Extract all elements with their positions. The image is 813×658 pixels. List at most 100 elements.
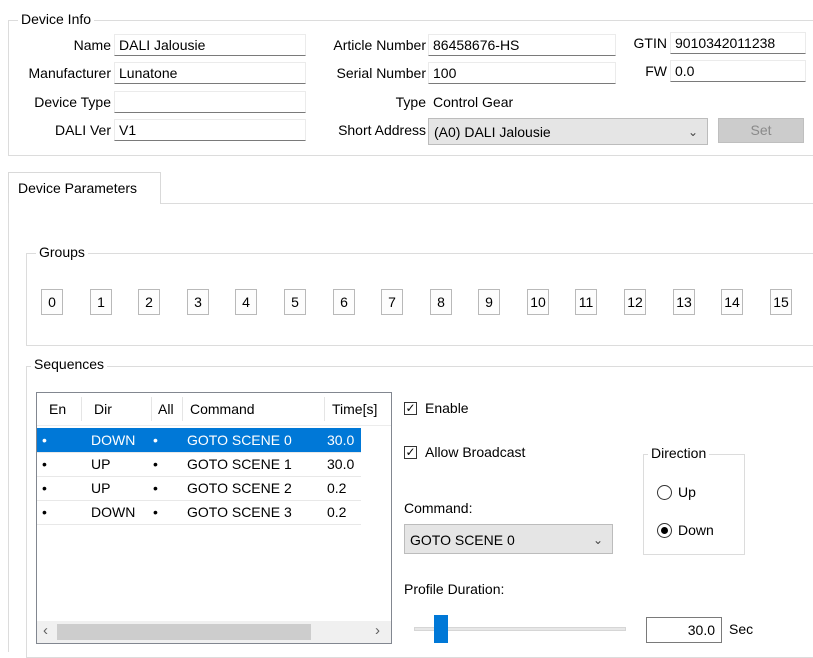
group-button-11[interactable]: 11 [575,289,597,315]
allow-broadcast-checkbox[interactable]: ✓ Allow Broadcast [404,443,564,463]
article-number-label: Article Number [333,37,426,53]
group-button-7[interactable]: 7 [381,289,403,315]
fw-field[interactable]: 0.0 [670,60,806,82]
group-button-12[interactable]: 12 [624,289,646,315]
cell-command: GOTO SCENE 3 [187,504,292,520]
direction-up-label[interactable]: Up [678,484,696,500]
profile-duration-field[interactable]: 30.0 [646,617,722,643]
table-row[interactable]: • DOWN • GOTO SCENE 3 0.2 [37,500,361,524]
scrollbar-thumb[interactable] [57,624,311,640]
chevron-down-icon: ⌄ [687,125,698,139]
row-divider [37,500,361,501]
group-button-13[interactable]: 13 [673,289,695,315]
cell-command: GOTO SCENE 0 [187,432,292,448]
chevron-left-icon[interactable]: ‹ [43,622,48,639]
cell-all: • [153,432,158,448]
device-type-label: Device Type [34,94,111,110]
cell-dir: UP [91,480,111,496]
group-button-10[interactable]: 10 [527,289,549,315]
enable-checkbox[interactable]: ✓ Enable [404,399,494,419]
command-value: GOTO SCENE 0 [410,532,515,548]
fw-label: FW [645,63,667,79]
dali-ver-field[interactable]: V1 [114,119,306,141]
group-button-15[interactable]: 15 [770,289,792,315]
table-row[interactable]: • UP • GOTO SCENE 1 30.0 [37,452,361,476]
direction-down-radio[interactable]: Down [657,521,737,541]
slider-thumb[interactable] [434,615,448,643]
cell-command: GOTO SCENE 1 [187,456,292,472]
command-label: Command: [404,500,473,516]
cell-dir: UP [91,456,111,472]
serial-number-label: Serial Number [336,65,426,81]
table-row[interactable]: • UP • GOTO SCENE 2 0.2 [37,476,361,500]
radio-down-circle[interactable] [657,523,672,538]
direction-title: Direction [648,445,710,461]
profile-duration-slider[interactable] [414,615,626,643]
profile-duration-unit: Sec [729,621,754,637]
article-number-field[interactable]: 86458676-HS [428,34,616,56]
group-button-2[interactable]: 2 [138,289,160,315]
allow-broadcast-label[interactable]: Allow Broadcast [425,444,525,460]
short-address-label: Short Address [338,122,426,138]
group-button-9[interactable]: 9 [478,289,500,315]
cell-all: • [153,480,158,496]
direction-down-label[interactable]: Down [678,522,714,538]
name-field[interactable]: DALI Jalousie [114,34,306,56]
name-label: Name [73,37,111,53]
gtin-label: GTIN [633,35,667,51]
group-button-14[interactable]: 14 [721,289,743,315]
manufacturer-label: Manufacturer [28,65,111,81]
device-type-field[interactable] [114,91,306,113]
cell-all: • [153,504,158,520]
set-button[interactable]: Set [718,118,804,143]
column-header-time[interactable]: Time[s] [332,393,377,425]
radio-up-circle[interactable] [657,485,672,500]
cell-en: • [42,480,47,496]
group-button-0[interactable]: 0 [41,289,63,315]
sequence-list-header: En Dir All Command Time[s] [37,393,391,426]
allow-broadcast-check-box[interactable]: ✓ [404,446,417,459]
short-address-value: (A0) DALI Jalousie [434,124,551,140]
enable-check-box[interactable]: ✓ [404,402,417,415]
cell-dir: DOWN [91,432,136,448]
profile-duration-label: Profile Duration: [404,581,505,597]
group-button-3[interactable]: 3 [187,289,209,315]
cell-time: 30.0 [327,456,355,472]
column-header-command[interactable]: Command [190,393,255,425]
groups-title: Groups [36,244,88,260]
gtin-field[interactable]: 9010342011238 [670,32,806,54]
row-divider [37,476,361,477]
row-divider [37,524,361,525]
cell-en: • [42,504,47,520]
cell-en: • [42,432,47,448]
direction-up-radio[interactable]: Up [657,483,727,503]
horizontal-scrollbar[interactable]: ‹ › [37,621,391,643]
short-address-select[interactable]: (A0) DALI Jalousie ⌄ [428,118,708,145]
cell-dir: DOWN [91,504,136,520]
group-button-4[interactable]: 4 [235,289,257,315]
command-select[interactable]: GOTO SCENE 0 ⌄ [404,524,613,554]
sequence-list[interactable]: En Dir All Command Time[s] • DOWN • GOTO SC… [36,392,392,644]
tab-device-parameters[interactable]: Device Parameters [8,172,161,204]
type-label: Type [395,94,426,110]
manufacturer-field[interactable]: Lunatone [114,62,306,84]
group-button-1[interactable]: 1 [90,289,112,315]
dali-ver-label: DALI Ver [54,122,111,138]
sequences-title: Sequences [31,356,108,372]
type-field: Control Gear [428,91,616,113]
serial-number-field[interactable]: 100 [428,62,616,84]
column-header-dir[interactable]: Dir [94,393,112,425]
group-button-6[interactable]: 6 [333,289,355,315]
cell-command: GOTO SCENE 2 [187,480,292,496]
enable-label[interactable]: Enable [425,400,469,416]
group-button-5[interactable]: 5 [284,289,306,315]
chevron-down-icon: ⌄ [592,533,603,547]
group-button-8[interactable]: 8 [430,289,452,315]
device-info-title: Device Info [18,11,95,27]
column-header-en[interactable]: En [49,393,66,425]
table-row[interactable]: • DOWN • GOTO SCENE 0 30.0 [37,428,361,452]
column-header-all[interactable]: All [158,393,174,425]
chevron-right-icon[interactable]: › [375,622,380,639]
column-separator [324,397,325,421]
column-separator [151,397,152,421]
